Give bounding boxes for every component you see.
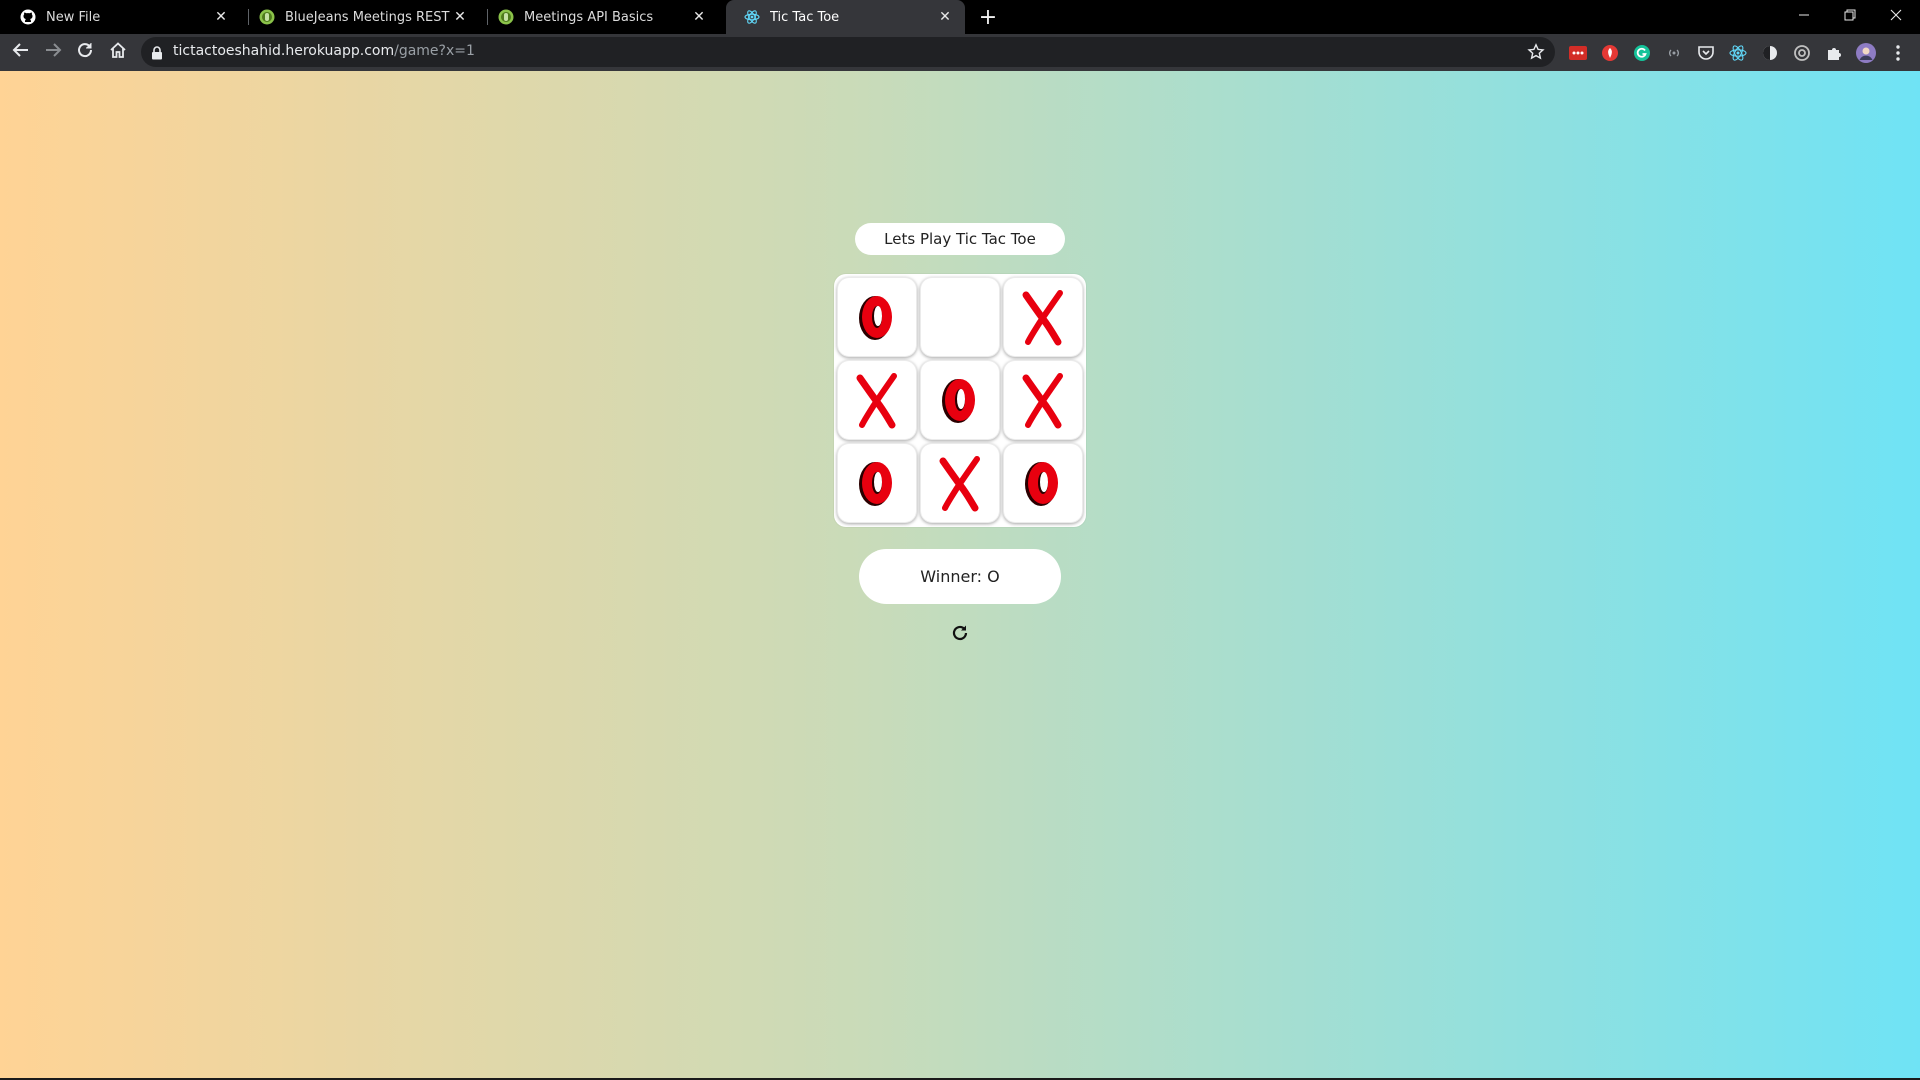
bluejeans-icon: [498, 9, 514, 25]
forward-button[interactable]: [39, 38, 67, 66]
close-icon[interactable]: ✕: [691, 9, 707, 25]
tab-title: Meetings API Basics: [524, 9, 654, 25]
close-icon[interactable]: ✕: [452, 9, 468, 25]
page-title: Lets Play Tic Tac Toe: [855, 223, 1065, 255]
tab-title: Tic Tac Toe: [770, 9, 840, 25]
new-tab-button[interactable]: +: [976, 5, 1000, 30]
github-icon: [20, 9, 36, 25]
reload-button[interactable]: [71, 38, 99, 66]
restore-icon[interactable]: [1827, 0, 1873, 30]
tab-new-file[interactable]: New File ✕: [2, 0, 241, 34]
red-shield-extension-icon[interactable]: [1600, 43, 1620, 63]
kebab-menu-icon[interactable]: [1888, 43, 1908, 63]
board-cell[interactable]: [920, 277, 1000, 357]
browser-toolbar: tictactoeshahid.herokuapp.com/game?x=1: [0, 34, 1920, 71]
game-board: [834, 274, 1086, 527]
address-bar[interactable]: tictactoeshahid.herokuapp.com/game?x=1: [141, 37, 1555, 67]
tab-title: New File: [46, 9, 101, 25]
dark-mode-extension-icon[interactable]: [1760, 43, 1780, 63]
refresh-icon: [950, 623, 970, 647]
puzzle-extensions-icon[interactable]: [1824, 43, 1844, 63]
o-mark: [859, 296, 892, 340]
arrow-left-icon: [12, 41, 30, 63]
target-extension-icon[interactable]: [1792, 43, 1812, 63]
react-devtools-extension-icon[interactable]: [1728, 43, 1748, 63]
url-host: tictactoeshahid.herokuapp.com: [173, 43, 395, 59]
x-mark: [856, 373, 897, 429]
x-mark: [939, 456, 980, 512]
home-icon: [109, 41, 127, 63]
tab-title: BlueJeans Meetings REST API's: [285, 9, 452, 25]
bookmark-star-icon[interactable]: [1527, 43, 1545, 65]
winner-status: Winner: O: [859, 549, 1061, 604]
board-cell[interactable]: [1003, 443, 1083, 523]
tab-tic-tac-toe[interactable]: Tic Tac Toe ✕: [726, 0, 965, 34]
game-page: Lets Play Tic Tac Toe Winner: O: [0, 71, 1920, 1078]
tab-bluejeans-rest-apis[interactable]: BlueJeans Meetings REST API's ✕: [241, 0, 480, 34]
grammarly-extension-icon[interactable]: [1632, 43, 1652, 63]
x-mark: [1022, 290, 1063, 346]
arrow-right-icon: [44, 41, 62, 63]
url-text: tictactoeshahid.herokuapp.com/game?x=1: [173, 43, 475, 59]
broadcast-extension-icon[interactable]: [1664, 43, 1684, 63]
url-path: /game?x=1: [394, 43, 475, 59]
profile-avatar[interactable]: [1856, 43, 1876, 63]
o-mark: [942, 379, 975, 423]
x-mark: [1022, 373, 1063, 429]
pocket-extension-icon[interactable]: [1696, 43, 1716, 63]
close-window-icon[interactable]: [1873, 0, 1919, 30]
o-mark: [1025, 462, 1058, 506]
lock-icon[interactable]: [151, 45, 163, 64]
tab-strip: New File ✕ BlueJeans Meetings REST API's…: [0, 0, 1920, 34]
board-cell[interactable]: [837, 277, 917, 357]
o-mark: [859, 462, 892, 506]
bluejeans-icon: [259, 9, 275, 25]
home-button[interactable]: [104, 38, 132, 66]
board-cell[interactable]: [1003, 360, 1083, 440]
tab-meetings-api-basics[interactable]: Meetings API Basics ✕: [480, 0, 719, 34]
restart-button[interactable]: [948, 623, 972, 647]
lastpass-extension-icon[interactable]: [1568, 43, 1588, 63]
board-cell[interactable]: [920, 360, 1000, 440]
close-icon[interactable]: ✕: [213, 9, 229, 25]
reload-icon: [76, 41, 94, 63]
board-cell[interactable]: [837, 360, 917, 440]
back-button[interactable]: [7, 38, 35, 66]
close-icon[interactable]: ✕: [937, 9, 953, 25]
minimize-icon[interactable]: [1781, 0, 1827, 30]
react-icon: [744, 9, 760, 25]
board-cell[interactable]: [1003, 277, 1083, 357]
board-cell[interactable]: [920, 443, 1000, 523]
board-cell[interactable]: [837, 443, 917, 523]
